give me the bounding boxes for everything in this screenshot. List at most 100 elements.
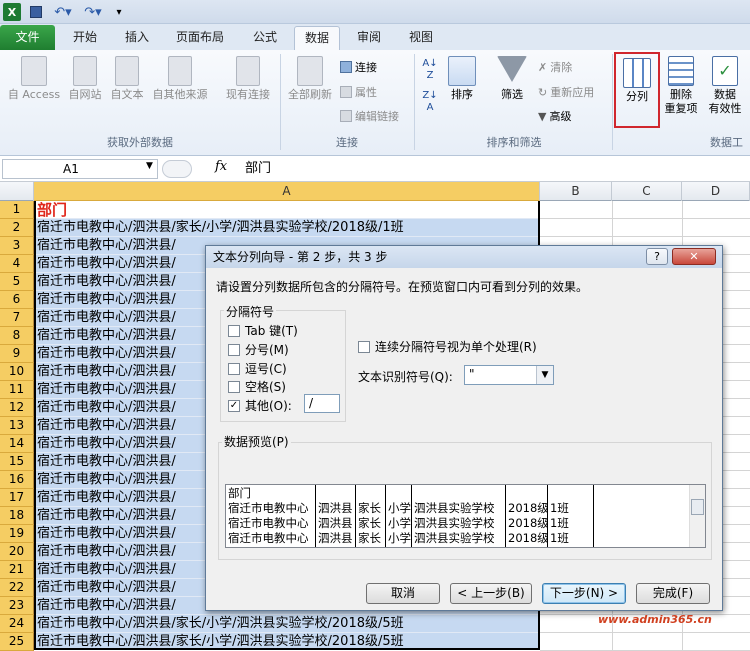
back-button[interactable]: < 上一步(B) bbox=[450, 583, 532, 604]
preview-cell: 泗洪县实验学校 bbox=[414, 531, 495, 545]
sort-desc-button[interactable]: Z↓ A bbox=[418, 90, 442, 114]
other-delimiter-input[interactable]: / bbox=[304, 394, 340, 413]
reapply-button[interactable]: ↻ 重新应用 bbox=[538, 84, 594, 100]
data-validation-icon: ✓ bbox=[712, 56, 738, 86]
row-header[interactable]: 18 bbox=[0, 507, 34, 525]
formula-bar-resize-handle[interactable] bbox=[162, 160, 192, 178]
tab-insert[interactable]: 插入 bbox=[112, 26, 162, 50]
cell-a[interactable]: 宿迁市电教中心/泗洪县/家长/小学/泗洪县实验学校/2018级/5班 bbox=[34, 615, 539, 633]
row-header[interactable]: 10 bbox=[0, 363, 34, 381]
tab-review[interactable]: 审阅 bbox=[344, 26, 394, 50]
row-header[interactable]: 9 bbox=[0, 345, 34, 363]
name-box-dropdown-icon[interactable]: ▼ bbox=[146, 161, 153, 171]
connections-button[interactable]: 连接 bbox=[340, 59, 377, 75]
text-qualifier-select[interactable]: " ▼ bbox=[464, 365, 554, 385]
column-header-a[interactable]: A bbox=[34, 182, 540, 201]
from-web-button[interactable]: 自网站 bbox=[64, 56, 106, 102]
sort-button[interactable]: 排序 bbox=[444, 56, 480, 102]
row-header[interactable]: 1 bbox=[0, 201, 34, 219]
column-header-c[interactable]: C bbox=[612, 182, 682, 201]
row-header[interactable]: 24 bbox=[0, 615, 34, 633]
row-header[interactable]: 15 bbox=[0, 453, 34, 471]
row-header[interactable]: 16 bbox=[0, 471, 34, 489]
text-to-columns-button[interactable]: 分列 bbox=[614, 52, 660, 128]
checkbox-box bbox=[228, 362, 240, 375]
row-header[interactable]: 4 bbox=[0, 255, 34, 273]
tab-page-layout[interactable]: 页面布局 bbox=[164, 26, 236, 50]
existing-connections-button[interactable]: 现有连接 bbox=[220, 56, 276, 102]
tab-view[interactable]: 视图 bbox=[396, 26, 446, 50]
preview-column-break bbox=[315, 485, 316, 547]
cell-a[interactable]: 宿迁市电教中心/泗洪县/家长/小学/泗洪县实验学校/2018级/5班 bbox=[34, 633, 539, 650]
semicolon-checkbox[interactable]: 分号(M) bbox=[228, 341, 289, 358]
customize-toolbar-icon[interactable]: ▾ bbox=[112, 3, 126, 21]
name-box[interactable]: A1 bbox=[2, 159, 158, 179]
row-header[interactable]: 2 bbox=[0, 219, 34, 237]
row-header[interactable]: 3 bbox=[0, 237, 34, 255]
comma-checkbox[interactable]: 逗号(C) bbox=[228, 360, 287, 377]
preview-column-break bbox=[355, 485, 356, 547]
preview-row: 宿迁市电教中心 泗洪县 家长 小学 泗洪县实验学校 2018级 1班 bbox=[226, 531, 690, 546]
save-icon[interactable] bbox=[28, 3, 44, 21]
refresh-all-button[interactable]: 全部刷新 bbox=[284, 56, 336, 102]
row-header[interactable]: 17 bbox=[0, 489, 34, 507]
formula-input[interactable]: 部门 bbox=[245, 159, 271, 179]
row-header[interactable]: 23 bbox=[0, 597, 34, 615]
next-button[interactable]: 下一步(N) > bbox=[542, 583, 626, 604]
existing-connections-icon bbox=[236, 56, 260, 86]
row-header[interactable]: 11 bbox=[0, 381, 34, 399]
tab-data[interactable]: 数据 bbox=[294, 26, 340, 50]
from-access-button[interactable]: 自 Access bbox=[4, 56, 64, 102]
help-button[interactable]: ? bbox=[646, 248, 668, 265]
tab-file[interactable]: 文件 bbox=[0, 25, 55, 50]
tab-home[interactable]: 开始 bbox=[60, 26, 110, 50]
checkbox-box bbox=[228, 380, 240, 393]
insert-function-icon[interactable]: fx bbox=[215, 159, 227, 174]
row-header[interactable]: 7 bbox=[0, 309, 34, 327]
sort-asc-button[interactable]: A↓ Z bbox=[418, 58, 442, 82]
filter-button[interactable]: 筛选 bbox=[492, 56, 532, 102]
preview-cell: 2018级 bbox=[508, 501, 548, 515]
row-header[interactable]: 22 bbox=[0, 579, 34, 597]
tab-formulas[interactable]: 公式 bbox=[240, 26, 290, 50]
preview-cell: 家长 bbox=[358, 531, 381, 545]
finish-button[interactable]: 完成(F) bbox=[636, 583, 710, 604]
tab-checkbox[interactable]: Tab 键(T) bbox=[228, 322, 298, 339]
preview-scrollbar[interactable] bbox=[689, 485, 705, 547]
data-validation-button[interactable]: ✓ 数据 有效性 bbox=[702, 56, 748, 116]
remove-duplicates-button[interactable]: 删除 重复项 bbox=[662, 56, 700, 116]
advanced-icon: ▼ bbox=[538, 109, 547, 123]
consecutive-delimiters-checkbox[interactable]: 连续分隔符号视为单个处理(R) bbox=[358, 338, 537, 355]
from-other-sources-button[interactable]: 自其他来源 bbox=[148, 56, 212, 102]
row-header[interactable]: 19 bbox=[0, 525, 34, 543]
cancel-button[interactable]: 取消 bbox=[366, 583, 440, 604]
advanced-button[interactable]: ▼ 高级 bbox=[538, 108, 571, 124]
column-header-b[interactable]: B bbox=[540, 182, 612, 201]
row-header[interactable]: 12 bbox=[0, 399, 34, 417]
dialog-title: 文本分列向导 - 第 2 步，共 3 步 bbox=[206, 246, 722, 268]
row-header[interactable]: 6 bbox=[0, 291, 34, 309]
undo-icon[interactable]: ↶▾ bbox=[50, 3, 76, 21]
cell-a[interactable]: 宿迁市电教中心/泗洪县/家长/小学/泗洪县实验学校/2018级/1班 bbox=[34, 219, 539, 237]
preview-cell: 宿迁市电教中心 bbox=[228, 516, 309, 530]
row-header[interactable]: 25 bbox=[0, 633, 34, 651]
close-button[interactable]: ✕ bbox=[672, 248, 716, 265]
select-all-corner[interactable] bbox=[0, 182, 34, 201]
scrollbar-thumb[interactable] bbox=[691, 499, 704, 515]
row-header[interactable]: 13 bbox=[0, 417, 34, 435]
clear-button[interactable]: ✗ 清除 bbox=[538, 59, 572, 75]
column-header-d[interactable]: D bbox=[682, 182, 750, 201]
row-header[interactable]: 14 bbox=[0, 435, 34, 453]
row-header[interactable]: 5 bbox=[0, 273, 34, 291]
other-checkbox[interactable]: ✓ 其他(O): bbox=[228, 397, 292, 414]
properties-button[interactable]: 属性 bbox=[340, 84, 377, 100]
checkmark-icon: ✓ bbox=[228, 399, 240, 412]
row-header[interactable]: 21 bbox=[0, 561, 34, 579]
redo-icon[interactable]: ↷▾ bbox=[80, 3, 106, 21]
row-header[interactable]: 20 bbox=[0, 543, 34, 561]
edit-links-button[interactable]: 编辑链接 bbox=[340, 108, 399, 124]
from-text-button[interactable]: 自文本 bbox=[106, 56, 148, 102]
cell-a1[interactable]: 部门 bbox=[34, 201, 539, 219]
row-header[interactable]: 8 bbox=[0, 327, 34, 345]
space-checkbox[interactable]: 空格(S) bbox=[228, 378, 286, 395]
